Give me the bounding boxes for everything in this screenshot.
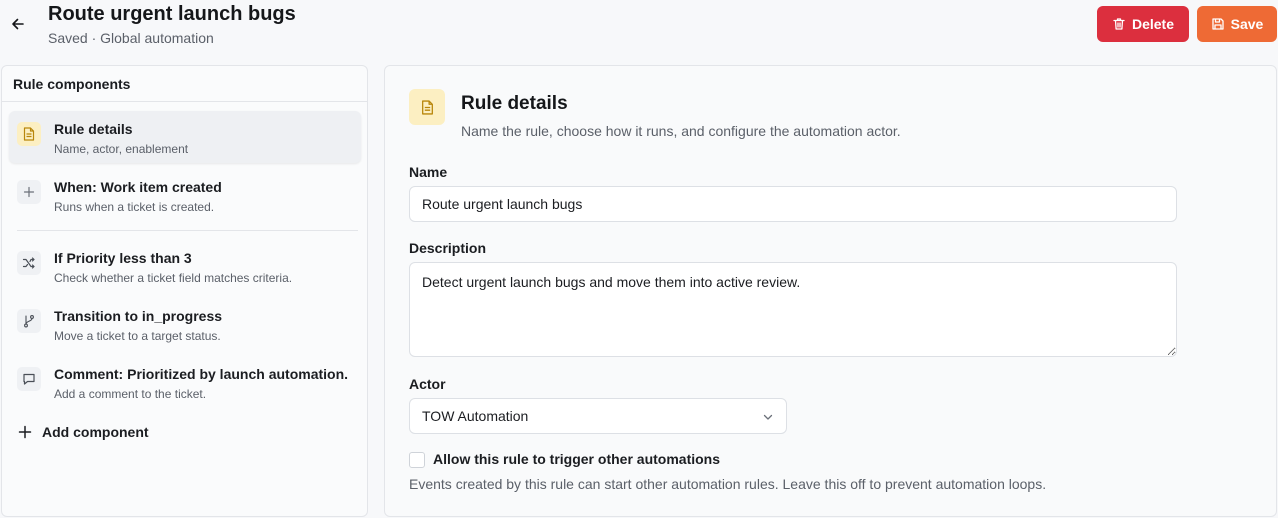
name-label: Name	[409, 164, 448, 180]
rule-components-panel: Rule components Rule details Name, actor…	[1, 65, 368, 517]
arrow-left-icon	[12, 18, 24, 30]
actor-select[interactable]: TOW Automation	[409, 398, 787, 434]
name-input[interactable]	[409, 186, 1177, 222]
component-desc: Add a comment to the ticket.	[54, 387, 207, 401]
section-description: Name the rule, choose how it runs, and c…	[461, 123, 901, 139]
back-button[interactable]	[6, 12, 30, 36]
allow-trigger-label[interactable]: Allow this rule to trigger other automat…	[433, 451, 720, 467]
shuffle-icon	[17, 251, 41, 275]
component-desc: Move a ticket to a target status.	[54, 329, 221, 343]
add-component-label: Add component	[42, 424, 149, 440]
component-condition[interactable]: If Priority less than 3 Check whether a …	[9, 240, 361, 292]
page-title: Route urgent launch bugs	[48, 3, 296, 25]
allow-trigger-checkbox[interactable]	[409, 452, 425, 468]
help-text: Events created by this rule can start ot…	[409, 476, 1047, 492]
page-subtitle: Saved · Global automation	[48, 30, 214, 46]
rule-details-panel: Rule details Name the rule, choose how i…	[384, 65, 1277, 517]
component-desc: Check whether a ticket field matches cri…	[54, 271, 293, 285]
component-desc: Runs when a ticket is created.	[54, 200, 215, 214]
trash-icon	[1113, 18, 1125, 30]
component-transition[interactable]: Transition to in_progress Move a ticket …	[9, 298, 361, 350]
component-title: Rule details	[54, 121, 133, 137]
document-icon	[17, 122, 41, 146]
document-icon	[409, 89, 445, 125]
component-desc: Name, actor, enablement	[54, 142, 189, 156]
component-title: Comment: Prioritized by launch automatio…	[54, 366, 349, 382]
description-label: Description	[409, 240, 487, 256]
save-button-label: Save	[1230, 16, 1264, 32]
actor-selected-value: TOW Automation	[422, 408, 529, 424]
save-button[interactable]: Save	[1197, 6, 1277, 42]
component-rule-details[interactable]: Rule details Name, actor, enablement	[9, 111, 361, 163]
chevron-down-icon	[763, 414, 773, 420]
component-title: Transition to in_progress	[54, 308, 223, 324]
divider	[17, 230, 358, 231]
page-header: Route urgent launch bugs Saved · Global …	[0, 0, 1278, 62]
branch-icon	[17, 309, 41, 333]
save-icon	[1211, 18, 1224, 30]
component-title: When: Work item created	[54, 179, 222, 195]
comment-icon	[17, 367, 41, 391]
description-textarea[interactable]: Detect urgent launch bugs and move them …	[409, 262, 1177, 357]
panel-heading: Rule components	[2, 66, 367, 102]
delete-button-label: Delete	[1131, 16, 1175, 32]
plus-icon	[17, 180, 41, 204]
add-component-button[interactable]: Add component	[18, 422, 149, 442]
component-comment[interactable]: Comment: Prioritized by launch automatio…	[9, 356, 361, 408]
actor-label: Actor	[409, 376, 446, 392]
component-trigger[interactable]: When: Work item created Runs when a tick…	[9, 169, 361, 221]
component-title: If Priority less than 3	[54, 250, 192, 266]
delete-button[interactable]: Delete	[1097, 6, 1189, 42]
section-title: Rule details	[461, 93, 568, 114]
plus-icon	[18, 425, 32, 439]
